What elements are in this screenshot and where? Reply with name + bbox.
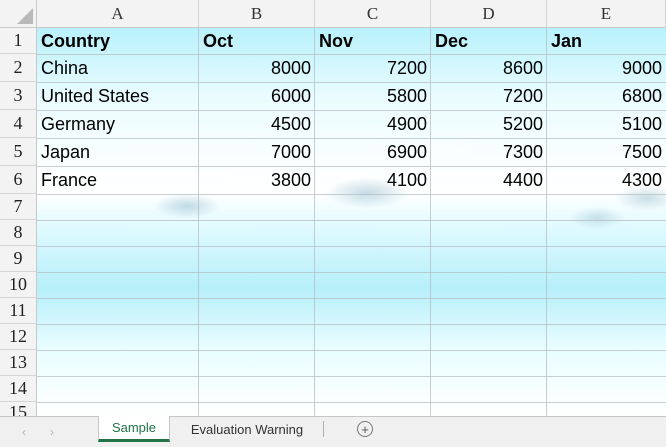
- cell-c1[interactable]: Nov: [315, 28, 431, 54]
- cell-d5[interactable]: 7300: [431, 139, 547, 165]
- row-header-3[interactable]: 3: [0, 82, 37, 110]
- tab-sample[interactable]: Sample: [98, 416, 170, 442]
- row-gridline: [37, 324, 666, 325]
- row-gridline: [37, 272, 666, 273]
- cell-e4[interactable]: 5100: [547, 111, 666, 137]
- row-header-2[interactable]: 2: [0, 54, 37, 82]
- cell-a2[interactable]: China: [37, 55, 199, 81]
- row-gridline: [37, 402, 666, 403]
- column-header-c[interactable]: C: [315, 0, 431, 28]
- row-gridline: [37, 298, 666, 299]
- cell-b2[interactable]: 8000: [199, 55, 315, 81]
- row-header-6[interactable]: 6: [0, 166, 37, 194]
- previous-sheet-icon[interactable]: ‹: [22, 425, 26, 439]
- cell-a4[interactable]: Germany: [37, 111, 199, 137]
- row-header-9[interactable]: 9: [0, 246, 37, 272]
- row-gridline: [37, 246, 666, 247]
- cell-c2[interactable]: 7200: [315, 55, 431, 81]
- column-header-a[interactable]: A: [37, 0, 199, 28]
- cell-e5[interactable]: 7500: [547, 139, 666, 165]
- row-header-7[interactable]: 7: [0, 194, 37, 220]
- row-header-5[interactable]: 5: [0, 138, 37, 166]
- row-gridline: [37, 220, 666, 221]
- cell-e3[interactable]: 6800: [547, 83, 666, 109]
- cell-d2[interactable]: 8600: [431, 55, 547, 81]
- cell-b5[interactable]: 7000: [199, 139, 315, 165]
- cell-d1[interactable]: Dec: [431, 28, 547, 54]
- cell-e1[interactable]: Jan: [547, 28, 666, 54]
- cell-a5[interactable]: Japan: [37, 139, 199, 165]
- row-header-12[interactable]: 12: [0, 324, 37, 350]
- row-header-15[interactable]: 15: [0, 402, 37, 416]
- sheet-tab-bar: ‹ › Sample Evaluation Warning +: [0, 416, 666, 447]
- cell-b6[interactable]: 3800: [199, 167, 315, 193]
- cell-a1[interactable]: Country: [37, 28, 199, 54]
- select-all-triangle-icon: [17, 8, 33, 24]
- cell-c3[interactable]: 5800: [315, 83, 431, 109]
- row-header-1[interactable]: 1: [0, 28, 37, 54]
- cell-e6[interactable]: 4300: [547, 167, 666, 193]
- cell-c5[interactable]: 6900: [315, 139, 431, 165]
- cell-c6[interactable]: 4100: [315, 167, 431, 193]
- next-sheet-icon[interactable]: ›: [50, 425, 54, 439]
- row-header-11[interactable]: 11: [0, 298, 37, 324]
- tab-divider: [323, 421, 324, 437]
- select-all-corner[interactable]: [0, 0, 37, 28]
- row-header-8[interactable]: 8: [0, 220, 37, 246]
- row-gridline: [37, 376, 666, 377]
- cell-b4[interactable]: 4500: [199, 111, 315, 137]
- column-header-e[interactable]: E: [547, 0, 666, 28]
- cell-a6[interactable]: France: [37, 167, 199, 193]
- row-gridline: [37, 194, 666, 195]
- cell-d3[interactable]: 7200: [431, 83, 547, 109]
- add-sheet-button[interactable]: +: [357, 421, 373, 437]
- spreadsheet-grid: A B C D E 1 2 3 4 5 6 7 8 9 10 11 12 13 …: [0, 0, 666, 416]
- cell-e2[interactable]: 9000: [547, 55, 666, 81]
- row-header-4[interactable]: 4: [0, 110, 37, 138]
- row-header-14[interactable]: 14: [0, 376, 37, 402]
- cell-b3[interactable]: 6000: [199, 83, 315, 109]
- row-header-13[interactable]: 13: [0, 350, 37, 376]
- column-header-b[interactable]: B: [199, 0, 315, 28]
- cell-c4[interactable]: 4900: [315, 111, 431, 137]
- row-gridline: [37, 350, 666, 351]
- cell-d4[interactable]: 5200: [431, 111, 547, 137]
- cell-d6[interactable]: 4400: [431, 167, 547, 193]
- column-header-d[interactable]: D: [431, 0, 547, 28]
- row-header-10[interactable]: 10: [0, 272, 37, 298]
- plus-icon: +: [361, 421, 369, 437]
- cell-a3[interactable]: United States: [37, 83, 199, 109]
- tab-evaluation-warning[interactable]: Evaluation Warning: [176, 416, 318, 442]
- cell-b1[interactable]: Oct: [199, 28, 315, 54]
